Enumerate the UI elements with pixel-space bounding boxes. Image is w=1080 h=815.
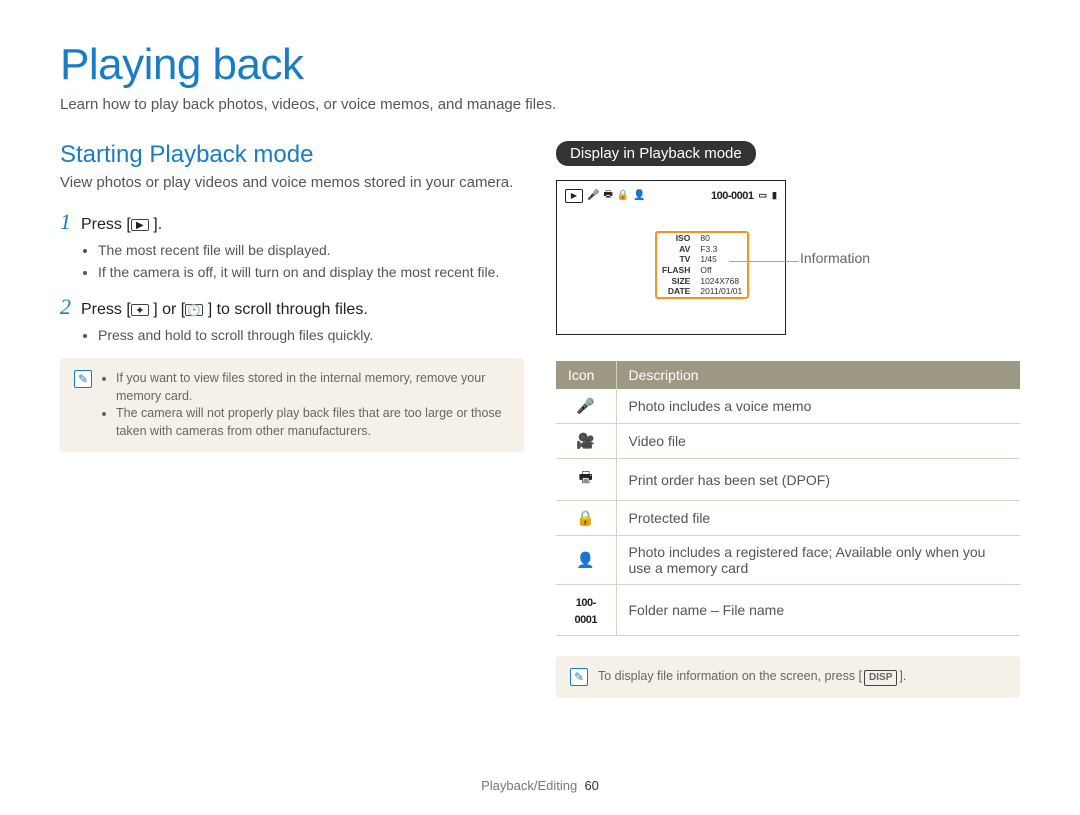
info-av-value: F3.3 (695, 244, 747, 255)
row-mic-icon: 🎤 (556, 389, 616, 424)
step-2-post: ] to scroll through files. (203, 301, 368, 318)
flash-button-icon (131, 304, 149, 316)
table-row: 🎤 Photo includes a voice memo (556, 389, 1020, 424)
print-indicator-icon: 🖶 (603, 187, 612, 204)
th-icon: Icon (556, 361, 616, 389)
table-row: 👤 Photo includes a registered face; Avai… (556, 536, 1020, 585)
row-folder-icon: 100-0001 (556, 585, 616, 636)
playback-button-icon: ▶ (131, 219, 149, 231)
note1-item-1: If you want to view files stored in the … (116, 370, 510, 405)
row-folder-icon-text: 100-0001 (575, 597, 597, 626)
footer-section: Playback/Editing (481, 778, 577, 793)
information-callout: Information (800, 250, 870, 266)
info-date-value: 2011/01/01 (695, 286, 747, 297)
card-icon: ▭ (759, 190, 768, 201)
icon-description-table: Icon Description 🎤 Photo includes a voic… (556, 361, 1020, 636)
info-size-value: 1024X768 (695, 276, 747, 287)
page-title: Playing back (60, 40, 1020, 90)
step-2-mid: ] or [ (149, 301, 185, 318)
row-lock-desc: Protected file (616, 501, 1020, 536)
note2-text: To display file information on the scree… (598, 668, 906, 686)
section-desc: View photos or play videos and voice mem… (60, 173, 524, 193)
step-1-number: 1 (60, 209, 71, 235)
row-folder-desc: Folder name – File name (616, 585, 1020, 636)
info-av-label: AV (657, 244, 695, 255)
info-flash-label: FLASH (657, 265, 695, 276)
row-mic-desc: Photo includes a voice memo (616, 389, 1020, 424)
step-1-bullet-2: If the camera is off, it will turn on an… (98, 263, 524, 283)
info-flash-value: Off (695, 265, 747, 276)
step-1-pre: Press [ (81, 216, 131, 233)
step-2-text: Press [ ] or [ ] to scroll through files… (81, 301, 368, 319)
info-size-label: SIZE (657, 276, 695, 287)
row-print-icon: 🖶 (556, 459, 616, 501)
step-1-bullet-1: The most recent file will be displayed. (98, 241, 524, 261)
callout-line (729, 261, 799, 262)
step-1-post: ]. (149, 216, 162, 233)
battery-icon: ▮ (772, 190, 777, 201)
row-video-desc: Video file (616, 424, 1020, 459)
row-lock-icon: 🔒 (556, 501, 616, 536)
disp-button-icon: DISP (864, 670, 897, 686)
note2-post: ]. (899, 669, 906, 683)
table-row: 🔒 Protected file (556, 501, 1020, 536)
mic-indicator-icon: 🎤 (587, 190, 599, 201)
th-description: Description (616, 361, 1020, 389)
row-face-icon: 👤 (556, 536, 616, 585)
note-icon: ✎ (74, 370, 92, 388)
step-2-number: 2 (60, 294, 71, 320)
left-column: Starting Playback mode View photos or pl… (60, 141, 524, 698)
display-mode-header: Display in Playback mode (556, 141, 756, 166)
step-1: 1 Press [▶ ]. The most recent file will … (60, 209, 524, 282)
table-row: 🎥 Video file (556, 424, 1020, 459)
note1-item-2: The camera will not properly play back f… (116, 405, 510, 440)
info-tv-value: 1/45 (695, 254, 747, 265)
section-title: Starting Playback mode (60, 141, 524, 169)
row-video-icon: 🎥 (556, 424, 616, 459)
info-tv-label: TV (657, 254, 695, 265)
table-row: 🖶 Print order has been set (DPOF) (556, 459, 1020, 501)
step-2-bullet-1: Press and hold to scroll through files q… (98, 326, 524, 346)
note-box-1: ✎ If you want to view files stored in th… (60, 358, 524, 452)
note2-pre: To display file information on the scree… (598, 669, 862, 683)
table-row: 100-0001 Folder name – File name (556, 585, 1020, 636)
footer-page-number: 60 (584, 778, 598, 793)
timer-button-icon (185, 304, 203, 316)
step-2: 2 Press [ ] or [ ] to scroll through fil… (60, 294, 524, 346)
note-box-2: ✎ To display file information on the scr… (556, 656, 1020, 698)
play-indicator-icon (565, 189, 583, 203)
face-indicator-icon: 👤 (633, 190, 645, 201)
info-iso-value: 80 (695, 233, 747, 244)
playback-screen: 🎤 🖶 🔒 👤 100-0001 ▭ ▮ IS (556, 180, 786, 335)
info-iso-label: ISO (657, 233, 695, 244)
note-icon: ✎ (570, 668, 588, 686)
row-face-desc: Photo includes a registered face; Availa… (616, 536, 1020, 585)
info-date-label: DATE (657, 286, 695, 297)
page-footer: Playback/Editing 60 (0, 778, 1080, 793)
row-print-desc: Print order has been set (DPOF) (616, 459, 1020, 501)
file-number: 100-0001 (711, 190, 754, 202)
lock-indicator-icon: 🔒 (617, 190, 629, 201)
step-2-pre: Press [ (81, 301, 131, 318)
info-block: ISO80 AVF3.3 TV1/45 FLASHOff SIZE1024X76… (655, 231, 749, 299)
page-intro: Learn how to play back photos, videos, o… (60, 96, 1020, 113)
step-1-text: Press [▶ ]. (81, 216, 162, 234)
right-column: Display in Playback mode 🎤 🖶 🔒 👤 100-000… (556, 141, 1020, 698)
